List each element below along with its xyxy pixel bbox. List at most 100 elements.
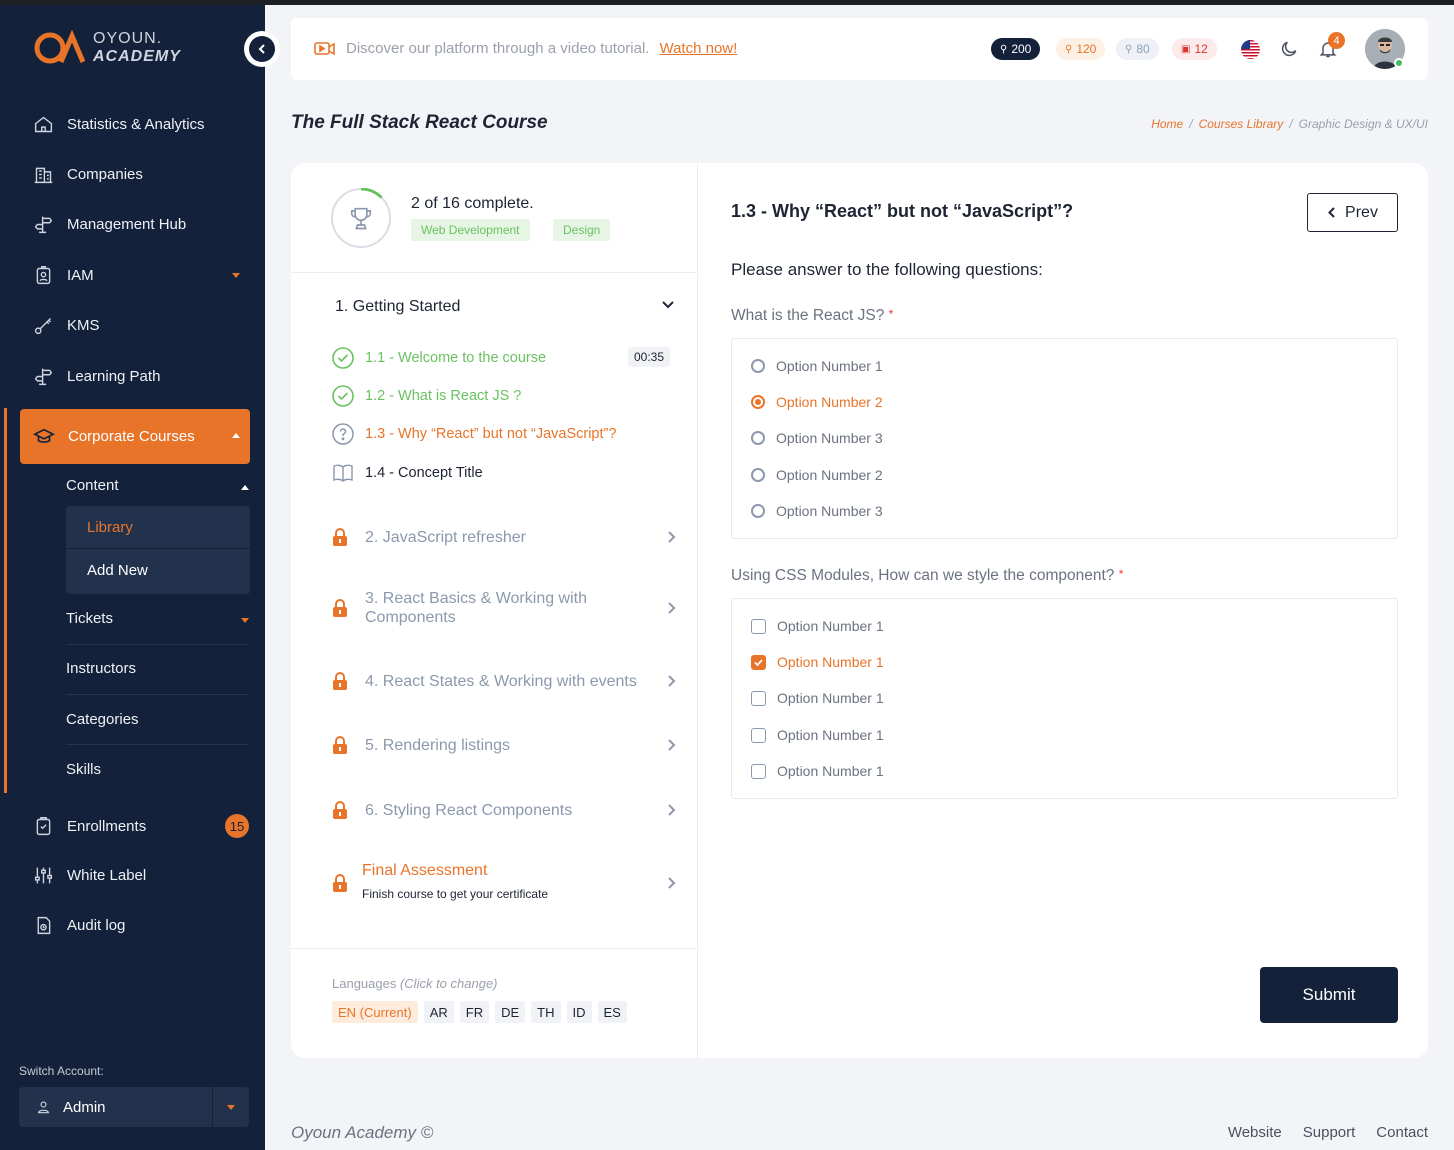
breadcrumb-courses-library[interactable]: Courses Library xyxy=(1199,117,1284,131)
checkbox[interactable] xyxy=(751,690,766,706)
sidebar-item-kms[interactable]: KMS xyxy=(33,310,248,340)
lesson-label: 1.2 - What is React JS ? xyxy=(365,388,522,404)
radio-option-selected[interactable]: Option Number 2 xyxy=(751,394,883,410)
radio-button[interactable] xyxy=(751,504,765,518)
prev-button[interactable]: Prev xyxy=(1307,193,1398,232)
lesson-label: 1.3 - Why “React” but not “JavaScript”? xyxy=(365,426,617,442)
clipboard-check-icon xyxy=(36,816,51,835)
checkbox[interactable] xyxy=(751,618,766,634)
locked-section[interactable]: 6. Styling React Components xyxy=(332,800,677,820)
checkbox-option[interactable]: Option Number 1 xyxy=(751,690,884,706)
progress-arc xyxy=(331,188,391,248)
radio-option[interactable]: Option Number 1 xyxy=(751,358,883,374)
radio-button[interactable] xyxy=(751,395,765,409)
checkbox[interactable] xyxy=(751,727,766,743)
sidebar-item-skills[interactable]: Skills xyxy=(66,761,101,778)
final-assessment-subtitle: Finish course to get your certificate xyxy=(362,887,549,901)
sidebar-item-tickets[interactable]: Tickets xyxy=(66,610,249,627)
footer-link-support[interactable]: Support xyxy=(1303,1124,1356,1141)
watch-now-link[interactable]: Watch now! xyxy=(659,40,737,57)
progress-ring xyxy=(331,188,391,248)
sidebar-item-companies[interactable]: Companies xyxy=(33,159,248,189)
radio-button[interactable] xyxy=(751,431,765,445)
radio-button[interactable] xyxy=(751,359,765,373)
lesson-item[interactable]: 1.4 - Concept Title xyxy=(332,462,483,484)
locked-section[interactable]: 5. Rendering listings xyxy=(332,735,677,755)
locked-section[interactable]: 2. JavaScript refresher xyxy=(332,527,677,547)
chevron-right-icon xyxy=(668,804,676,816)
lesson-label: 1.4 - Concept Title xyxy=(365,465,483,481)
check-circle-icon xyxy=(332,385,354,407)
breadcrumb-separator: / xyxy=(1289,117,1293,131)
locked-section[interactable]: 4. React States & Working with events xyxy=(332,671,677,691)
final-assessment[interactable]: Final Assessment Finish course to get yo… xyxy=(332,861,677,904)
sidebar-item-audit-log[interactable]: Audit log xyxy=(33,910,248,940)
sidebar: OYOUN. ACADEMY Statistics & Analytics Co… xyxy=(0,0,265,1150)
option-label: Option Number 1 xyxy=(777,690,884,706)
account-switcher[interactable]: Admin xyxy=(19,1087,249,1127)
moon-icon[interactable] xyxy=(1279,39,1299,59)
sidebar-collapse-button[interactable] xyxy=(244,31,280,67)
chevron-down-icon xyxy=(232,273,240,278)
sidebar-item-learning-path[interactable]: Learning Path xyxy=(33,361,248,391)
divider xyxy=(291,272,698,273)
sidebar-item-iam[interactable]: IAM xyxy=(33,260,248,290)
tutorial-banner: Discover our platform through a video tu… xyxy=(314,40,737,57)
language-es[interactable]: ES xyxy=(597,1001,627,1023)
radio-button[interactable] xyxy=(751,468,765,482)
checkbox[interactable] xyxy=(751,654,766,670)
sidebar-item-white-label[interactable]: White Label xyxy=(33,860,248,890)
language-id[interactable]: ID xyxy=(566,1001,592,1023)
chevron-down-icon[interactable] xyxy=(661,300,675,310)
sidebar-item-management-hub[interactable]: Management Hub xyxy=(33,209,248,239)
radio-option[interactable]: Option Number 3 xyxy=(751,430,883,446)
lesson-item[interactable]: 1.2 - What is React JS ? xyxy=(332,385,521,407)
footer-link-website[interactable]: Website xyxy=(1228,1124,1282,1141)
sidebar-item-library[interactable]: Library xyxy=(66,506,250,549)
counter-pill-blue[interactable]: ⚲ 80 xyxy=(1116,38,1159,60)
sidebar-item-instructors[interactable]: Instructors xyxy=(66,660,136,677)
footer-link-contact[interactable]: Contact xyxy=(1376,1124,1428,1141)
account-dropdown-toggle[interactable] xyxy=(213,1087,249,1127)
locked-section-title: 2. JavaScript refresher xyxy=(365,528,526,546)
language-ar[interactable]: AR xyxy=(423,1001,454,1023)
tag-web-development: Web Development xyxy=(411,219,530,241)
sidebar-item-label: Audit log xyxy=(67,916,126,934)
locked-section[interactable]: 3. React Basics & Working with Component… xyxy=(332,589,677,627)
radio-option[interactable]: Option Number 2 xyxy=(751,467,883,483)
lesson-item[interactable]: 1.1 - Welcome to the course xyxy=(332,347,546,369)
checkbox-option[interactable]: Option Number 1 xyxy=(751,763,884,779)
lesson-item-current[interactable]: 1.3 - Why “React” but not “JavaScript”? xyxy=(332,423,616,445)
ticket-icon: ▣ xyxy=(1181,43,1191,55)
language-fr[interactable]: FR xyxy=(459,1001,490,1023)
sidebar-item-add-new[interactable]: Add New xyxy=(66,549,250,592)
language-de[interactable]: DE xyxy=(495,1001,526,1023)
checkbox[interactable] xyxy=(751,763,766,779)
counter-pill-orange[interactable]: ⚲ 120 xyxy=(1056,38,1106,60)
sidebar-item-content[interactable]: Content xyxy=(66,477,249,494)
submit-button[interactable]: Submit xyxy=(1260,967,1398,1023)
checkbox-option[interactable]: Option Number 1 xyxy=(751,727,884,743)
counter-pill-dark[interactable]: ⚲ 200 xyxy=(991,38,1041,60)
sidebar-item-statistics[interactable]: Statistics & Analytics xyxy=(33,109,248,139)
section-title-getting-started[interactable]: 1. Getting Started xyxy=(335,298,460,316)
content-submenu: Library Add New xyxy=(66,506,250,594)
counter-pill-red[interactable]: ▣ 12 xyxy=(1172,38,1217,60)
breadcrumb-separator: / xyxy=(1189,117,1193,131)
checkbox-option[interactable]: Option Number 1 xyxy=(751,618,884,634)
sidebar-item-enrollments[interactable]: Enrollments xyxy=(33,811,248,841)
active-section-indicator xyxy=(4,408,7,793)
us-flag-icon[interactable] xyxy=(1241,40,1260,59)
languages-label-text: Languages xyxy=(332,976,397,991)
radio-option[interactable]: Option Number 3 xyxy=(751,503,883,519)
breadcrumb-home[interactable]: Home xyxy=(1151,117,1183,131)
sidebar-item-categories[interactable]: Categories xyxy=(66,711,139,728)
brand-logo[interactable]: OYOUN. ACADEMY xyxy=(33,30,181,66)
sidebar-item-corporate-courses[interactable]: Corporate Courses xyxy=(20,409,250,464)
signpost-icon xyxy=(34,216,53,233)
checkbox-option-selected[interactable]: Option Number 1 xyxy=(751,654,884,670)
language-en[interactable]: EN (Current) xyxy=(332,1001,418,1023)
language-th[interactable]: TH xyxy=(531,1001,561,1023)
languages-hint: (Click to change) xyxy=(399,976,498,991)
sidebar-item-label: Enrollments xyxy=(67,817,147,835)
